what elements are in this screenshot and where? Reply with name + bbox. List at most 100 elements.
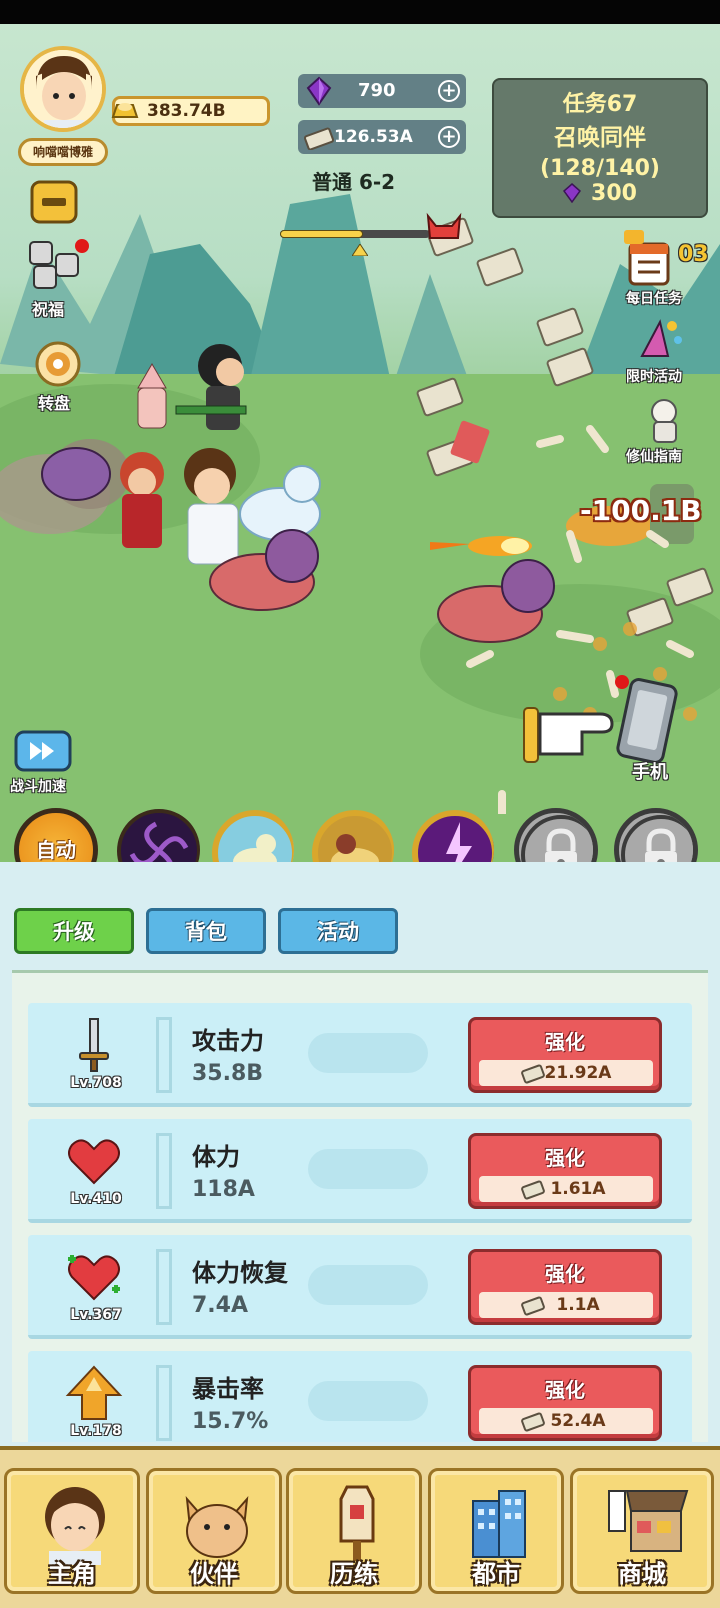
battle-speed-icon[interactable] [14, 730, 72, 772]
decor-frame [156, 1365, 172, 1441]
nav-label: 伙伴 [190, 1560, 238, 1588]
cash-stack-icon [521, 1064, 545, 1084]
nav-training[interactable]: 历练 [286, 1468, 422, 1594]
stat-value: 15.7% [192, 1409, 269, 1434]
nav-label: 主角 [48, 1560, 96, 1588]
cultivation-guide-icon[interactable] [640, 396, 690, 444]
decor-frame [156, 1133, 172, 1209]
gem-value: 790 [358, 80, 396, 101]
progress-pointer-icon [352, 244, 368, 256]
upgrade-cost: 1.61A [479, 1176, 653, 1202]
upgrade-button[interactable]: 强化 1.1A [468, 1249, 662, 1325]
mission-panel[interactable]: 任务67 召唤同伴 (128/140) 300 [492, 78, 708, 218]
upgrade-cost-value: 52.4A [550, 1411, 606, 1431]
battle-speed-label: 战斗加速 [10, 779, 66, 795]
level-label: Lv.708 [70, 1075, 122, 1091]
cash-stack-icon [521, 1412, 545, 1432]
stage-progress-fill [280, 230, 363, 238]
upgrade-row-crit: Lv.178 暴击率 15.7% 强化 52.4A [28, 1351, 692, 1442]
upgrade-cost-value: 1.1A [556, 1295, 600, 1315]
crit-icon [65, 1365, 123, 1420]
mission-reward-value: 300 [591, 181, 637, 206]
gem-icon [563, 183, 582, 204]
upgrade-button[interactable]: 强化 1.61A [468, 1133, 662, 1209]
upgrade-cost: 21.92A [479, 1060, 653, 1086]
wheel-label: 转盘 [38, 394, 71, 413]
city-buildings-icon [472, 1490, 526, 1558]
gem-icon [306, 76, 332, 106]
cash-stack-icon [521, 1180, 545, 1200]
mission-progress: (128/140) [540, 156, 660, 181]
stat-name: 暴击率 [192, 1375, 264, 1403]
cash-stack-icon [304, 127, 334, 150]
mission-title: 任务67 [562, 92, 638, 117]
upgrade-button-label: 强化 [545, 1378, 585, 1402]
mission-name: 召唤同伴 [554, 125, 646, 151]
tab-activity[interactable]: 活动 [278, 908, 398, 954]
nav-hero[interactable]: 主角 [4, 1468, 140, 1594]
nav-partner[interactable]: 伙伴 [146, 1468, 282, 1594]
cloud-decor [308, 1265, 428, 1305]
level-label: Lv.178 [70, 1423, 122, 1439]
stat-value: 35.8B [192, 1061, 264, 1086]
cloud-decor [308, 1381, 428, 1421]
blessing-label: 祝福 [32, 300, 65, 319]
sword-icon [79, 1018, 109, 1072]
upgrade-button[interactable]: 强化 21.92A [468, 1017, 662, 1093]
bottom-nav: 主角 伙伴 历练 都市 商城 [0, 1446, 720, 1608]
damage-number: -100.1B [580, 494, 702, 527]
signboard-icon [339, 1485, 375, 1561]
gold-value: 383.74B [147, 101, 226, 121]
upgrade-cost-value: 1.61A [550, 1179, 606, 1199]
collapse-button[interactable] [30, 180, 78, 224]
tab-upgrade[interactable]: 升级 [14, 908, 134, 954]
daily-tasks-icon[interactable] [624, 230, 674, 290]
tutorial-hand-icon [523, 707, 614, 763]
level-label: Lv.367 [70, 1307, 122, 1323]
stage-label: 普通 6-2 [312, 170, 396, 194]
decor-frame [156, 1017, 172, 1093]
phone-icon[interactable] [614, 672, 690, 768]
stage-progress [280, 230, 430, 238]
limited-event-icon[interactable] [638, 316, 684, 362]
upgrade-cost-value: 21.92A [544, 1063, 612, 1083]
nav-city[interactable]: 都市 [428, 1468, 564, 1594]
boss-marker-icon [426, 212, 462, 239]
stat-name: 体力 [192, 1143, 240, 1171]
player-name: 响噹噹博雅 [18, 138, 108, 166]
cash-value: 126.53A [334, 127, 413, 147]
nav-shop[interactable]: 商城 [570, 1468, 714, 1594]
upgrade-row-stamina: Lv.410 体力 118A 强化 1.61A [28, 1119, 692, 1223]
heart-plus-icon [68, 1255, 120, 1301]
tab-backpack[interactable]: 背包 [146, 908, 266, 954]
upgrade-button[interactable]: 强化 52.4A [468, 1365, 662, 1441]
upgrade-list[interactable]: Lv.708 攻击力 35.8B 强化 21.92A Lv.410 体力 118… [12, 970, 708, 1442]
nav-label: 商城 [618, 1560, 666, 1588]
add-cash-button[interactable]: + [438, 126, 460, 148]
upgrade-button-label: 强化 [545, 1262, 585, 1286]
cultivation-guide-label: 修仙指南 [626, 449, 682, 465]
stat-name: 攻击力 [192, 1027, 264, 1055]
cash-counter: 126.53A + [298, 120, 466, 154]
player-avatar[interactable] [20, 46, 106, 132]
upgrade-cost: 52.4A [479, 1408, 653, 1434]
gold-ingot-icon [111, 103, 139, 118]
add-gems-button[interactable]: + [438, 80, 460, 102]
daily-tasks-label: 每日任务 [626, 291, 682, 307]
wheel-icon[interactable] [34, 340, 82, 388]
hero-avatar-icon [45, 1487, 105, 1565]
stat-value: 7.4A [192, 1293, 248, 1318]
player-party [41, 344, 321, 611]
upgrade-row-regen: Lv.367 体力恢复 7.4A 强化 1.1A [28, 1235, 692, 1339]
gem-counter: 790 + [298, 74, 466, 108]
cloud-decor [308, 1149, 428, 1189]
battle-scene: -100.1B 响噹噹博雅 383.74B 790 + 126.53A + 普通… [0, 24, 720, 864]
daily-tasks-count: 03 [678, 242, 709, 267]
level-label: Lv.410 [70, 1191, 122, 1207]
decor-frame [156, 1249, 172, 1325]
upgrade-button-label: 强化 [545, 1030, 585, 1054]
limited-event-label: 限时活动 [626, 369, 682, 385]
market-stall-icon [608, 1490, 689, 1552]
upgrade-row-attack: Lv.708 攻击力 35.8B 强化 21.92A [28, 1003, 692, 1107]
blessing-icon[interactable] [26, 238, 90, 294]
